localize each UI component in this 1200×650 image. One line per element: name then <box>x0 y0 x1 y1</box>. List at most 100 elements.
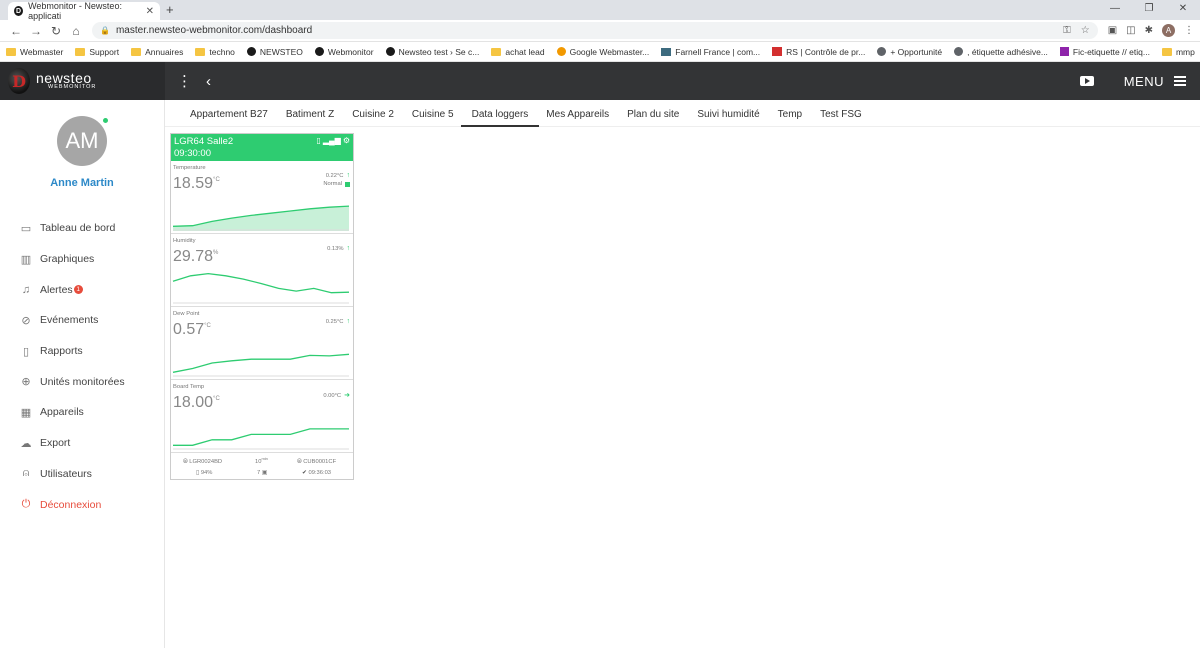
card-header: LGR64 Salle2 09:30:00 ▯ ▂▄▆ ⚙ <box>171 134 353 161</box>
back-icon[interactable]: ← <box>6 24 26 38</box>
tab-6[interactable]: Plan du site <box>618 109 688 126</box>
gear-icon[interactable]: ⚙ <box>343 136 350 145</box>
bookmark-item[interactable]: , étiquette adhésive... <box>954 47 1048 57</box>
sensor-value: 18.59 <box>173 175 214 192</box>
bookmark-item[interactable]: NEWSTEO <box>246 47 303 57</box>
sidebar-item-2[interactable]: ♫ Alertes 1 <box>0 274 164 305</box>
vertical-dots-icon[interactable]: ⋮ <box>177 72 192 90</box>
reload-icon[interactable]: ↻ <box>46 24 66 38</box>
extension-icon[interactable]: ▣ <box>1108 25 1117 36</box>
key-icon[interactable]: ⚿ <box>1063 25 1071 36</box>
bookmark-label: + Opportunité <box>890 46 943 57</box>
folder-icon <box>491 47 502 56</box>
sensor-sparkline <box>172 353 350 377</box>
username[interactable]: Anne Martin <box>0 177 164 189</box>
bookmark-label: Farnell France | com... <box>675 46 761 57</box>
window-controls: — ❐ ✕ <box>1098 0 1200 18</box>
avatar[interactable]: AM <box>57 116 109 166</box>
close-tab-icon[interactable]: ✕ <box>146 6 154 17</box>
bookmark-item[interactable]: Annuaires <box>131 47 183 57</box>
tab-7[interactable]: Suivi humidité <box>688 109 768 126</box>
sidebar-item-8[interactable]: ⍝ Utilisateurs <box>0 459 164 490</box>
sidebar-item-label: Tableau de bord <box>40 222 116 235</box>
sidebar-item-6[interactable]: ▦ Appareils <box>0 397 164 428</box>
logo[interactable]: D newsteo WEBMONITOR <box>0 62 165 100</box>
crosshair-icon: ⊕ <box>21 376 31 389</box>
sensor-delta: 0.22°C <box>325 173 344 179</box>
sensor-label: Dew Point <box>173 311 200 317</box>
sensor-value: 29.78 <box>173 248 214 265</box>
online-status-dot <box>102 117 109 124</box>
tab-9[interactable]: Test FSG <box>811 109 871 126</box>
restore-icon[interactable]: ❐ <box>1132 0 1166 18</box>
home-icon[interactable]: ⌂ <box>66 24 86 38</box>
newsteo-icon <box>314 47 324 56</box>
folder-icon <box>131 47 142 56</box>
puzzle-icon[interactable]: ✱ <box>1145 25 1153 36</box>
pocket-icon[interactable]: ◫ <box>1126 25 1135 36</box>
url-input[interactable]: 🔒 master.newsteo-webmonitor.com/dashboar… <box>92 22 1098 39</box>
sidebar-menu: ▭ Tableau de bord ▥ Graphiques ♫ Alertes 1 ⊘ Evé… <box>0 213 164 520</box>
bookmark-item[interactable]: Support <box>75 47 119 57</box>
main-content: Appartement B27 Batiment Z Cuisine 2 Cuisin… <box>165 100 1200 648</box>
star-icon[interactable]: ☆ <box>1081 25 1090 36</box>
data-logger-card[interactable]: LGR64 Salle2 09:30:00 ▯ ▂▄▆ ⚙ Temperatur… <box>170 133 354 480</box>
sensor-unit: °C <box>213 177 220 183</box>
browser-tab[interactable]: D Webmonitor - Newsteo: applicati ✕ <box>8 1 160 21</box>
sensor-status: Normal <box>323 181 342 187</box>
sensor-panel[interactable]: Board Temp 18.00°C 0.00°C ➜ <box>171 380 353 453</box>
sidebar-item-5[interactable]: ⊕ Unités monitorées <box>0 366 164 397</box>
sidebar-item-1[interactable]: ▥ Graphiques <box>0 244 164 275</box>
receiver-id: CUB0001CF <box>303 459 337 465</box>
bookmark-item[interactable]: Google Webmaster... <box>556 47 649 57</box>
hamburger-icon[interactable] <box>1174 74 1186 89</box>
close-window-icon[interactable]: ✕ <box>1166 0 1200 18</box>
app-header: D newsteo WEBMONITOR ⋮ ‹ MENU <box>0 62 1200 100</box>
bookmark-item[interactable]: achat lead <box>491 47 545 57</box>
paperclip-icon: ⊘ <box>21 314 31 327</box>
sidebar-item-label: Export <box>40 437 71 450</box>
chevron-left-icon[interactable]: ‹ <box>206 73 211 90</box>
forward-icon[interactable]: → <box>26 24 46 38</box>
sensor-panel[interactable]: Temperature 18.59°C 0.22°C ↑ Normal <box>171 161 353 234</box>
sensor-panel[interactable]: Humidity 29.78% 0.13% ↑ <box>171 234 353 307</box>
tab-8[interactable]: Temp <box>769 109 811 126</box>
sidebar-item-4[interactable]: ▯ Rapports <box>0 336 164 367</box>
tab-1[interactable]: Batiment Z <box>277 109 343 126</box>
bookmark-item[interactable]: Newsteo test › Se c... <box>385 47 479 57</box>
sidebar-item-9[interactable]: ⏻ Déconnexion <box>0 489 164 520</box>
bookmark-item[interactable]: + Opportunité <box>877 47 942 57</box>
minimize-icon[interactable]: — <box>1098 0 1132 18</box>
folder-icon <box>6 47 16 56</box>
youtube-icon[interactable] <box>1079 76 1094 86</box>
sidebar-item-7[interactable]: ☁ Export <box>0 428 164 459</box>
menu-label[interactable]: MENU <box>1124 74 1164 89</box>
lock-icon: ▣ <box>260 470 268 476</box>
bell-icon: ♫ <box>21 283 31 296</box>
bookmark-label: Webmaster <box>20 46 64 57</box>
newsteo-favicon-icon: D <box>14 6 24 16</box>
tab-4[interactable]: Data loggers <box>460 109 539 127</box>
avatar-initials: AM <box>65 128 99 153</box>
profile-avatar[interactable]: A <box>1162 24 1175 37</box>
sensor-label: Temperature <box>173 165 206 171</box>
newsteo-logo-icon: D <box>8 68 30 94</box>
sidebar-item-3[interactable]: ⊘ Evénements <box>0 305 164 336</box>
bookmark-item[interactable]: Webmonitor <box>314 47 374 57</box>
kebab-menu-icon[interactable]: ⋮ <box>1184 25 1194 36</box>
tab-3[interactable]: Cuisine 5 <box>403 109 463 126</box>
bookmark-item[interactable]: Farnell France | com... <box>661 47 760 57</box>
bookmark-item[interactable]: RS | Contrôle de pr... <box>772 47 865 57</box>
tab-0[interactable]: Appartement B27 <box>181 109 277 126</box>
sidebar-item-0[interactable]: ▭ Tableau de bord <box>0 213 164 244</box>
new-tab-button[interactable]: + <box>166 2 174 17</box>
bookmark-item[interactable]: techno <box>195 47 235 57</box>
bookmark-item[interactable]: mmp <box>1161 47 1195 57</box>
sensor-panel[interactable]: Dew Point 0.57°C 0.25°C ↑ <box>171 307 353 380</box>
bookmark-item[interactable]: Fic-etiquette // etiq... <box>1059 47 1150 57</box>
tab-5[interactable]: Mes Appareils <box>537 109 618 126</box>
bookmark-item[interactable]: Webmaster <box>6 47 63 57</box>
bookmark-label: , étiquette adhésive... <box>967 46 1048 57</box>
tab-2[interactable]: Cuisine 2 <box>343 109 403 126</box>
sparkline-line <box>173 428 349 446</box>
